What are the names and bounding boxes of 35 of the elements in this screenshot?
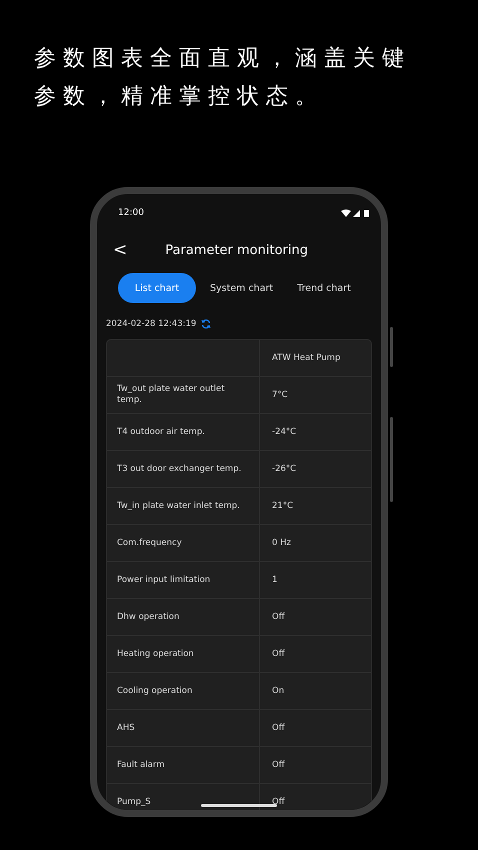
parameter-name: Fault alarm [117,760,165,770]
parameter-value: Off [272,760,285,770]
page-title: Parameter monitoring [165,242,308,258]
parameter-name: Com.frequency [117,538,182,548]
parameter-name: Heating operation [117,648,194,660]
status-icons [341,208,369,218]
column-header: ATW Heat Pump [272,353,340,363]
parameter-value: Off [272,723,285,733]
parameter-value: 0 Hz [272,538,291,548]
parameter-value: Off [272,612,285,622]
headline: 参数图表全面直观，涵盖关键参数，精准掌控状态。 [34,45,412,111]
parameter-value: -24°C [272,427,296,437]
parameter-value: 21°C [272,501,294,511]
tab[interactable]: List chart [118,273,196,303]
parameter-name: Cooling operation [117,686,192,696]
parameter-name: Pump_S [117,796,151,808]
timestamp: 2024-02-28 12:43:19 [106,319,196,329]
parameter-value: 1 [272,575,278,585]
tab[interactable]: System chart [200,273,284,303]
parameter-value: 7°C [272,390,288,400]
parameter-name: Tw_in plate water inlet temp. [117,500,240,512]
status-time: 12:00 [118,208,144,218]
back-button[interactable]: < [113,240,128,260]
parameter-name: T3 out door exchanger temp. [117,464,242,474]
parameter-name: T4 outdoor air temp. [117,426,205,438]
parameter-value: On [272,686,284,696]
parameter-value: Off [272,649,285,659]
parameter-value: Off [272,797,285,807]
parameter-name: Dhw operation [117,612,180,622]
parameter-value: -26°C [272,464,296,474]
parameter-name: Tw_out plate water outlet temp. [117,384,226,406]
parameter-name: AHS [117,722,135,734]
tab[interactable]: Trend chart [287,273,361,303]
parameter-name: Power input limitation [117,574,210,586]
refresh-icon[interactable] [201,319,212,329]
